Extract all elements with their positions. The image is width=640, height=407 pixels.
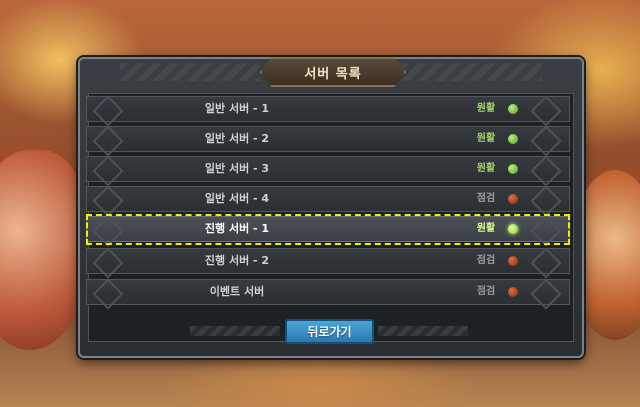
server-status: 점검 (476, 255, 496, 266)
diamond-ornament-icon (530, 278, 562, 310)
status-indicator-icon (508, 224, 518, 234)
server-row-general-1[interactable]: 일반 서버 - 1 원활 (86, 95, 570, 127)
server-row-progress-1[interactable]: 진행 서버 - 1 원활 (86, 215, 570, 247)
status-indicator-icon (508, 134, 518, 144)
diamond-ornament-icon (530, 155, 562, 187)
server-status: 점검 (476, 193, 496, 204)
server-name: 진행 서버 - 1 (204, 222, 270, 235)
back-button[interactable]: 뒤로가기 (285, 319, 374, 344)
diamond-ornament-icon (530, 185, 562, 217)
server-status: 점검 (476, 286, 496, 297)
status-indicator-icon (508, 104, 518, 114)
panel-ornament-left (120, 63, 260, 81)
button-ornament-left (190, 326, 280, 336)
diamond-ornament-icon (530, 125, 562, 157)
server-status: 원활 (476, 163, 496, 174)
server-status: 원활 (476, 133, 496, 144)
server-name: 일반 서버 - 4 (204, 192, 270, 205)
diamond-ornament-icon (530, 215, 562, 247)
panel-ornament-right (402, 63, 542, 81)
server-row-general-3[interactable]: 일반 서버 - 3 원활 (86, 155, 570, 187)
dialog-title: 서버 목록 (304, 66, 362, 82)
diamond-ornament-icon (530, 95, 562, 127)
status-indicator-icon (508, 287, 518, 297)
title-plate: 서버 목록 (260, 57, 406, 87)
server-row-progress-2[interactable]: 진행 서버 - 2 점검 (86, 247, 570, 279)
diamond-ornament-icon (530, 247, 562, 279)
server-name: 일반 서버 - 3 (204, 162, 270, 175)
server-name: 일반 서버 - 2 (204, 132, 270, 145)
server-status: 원활 (476, 223, 496, 234)
button-ornament-right (378, 326, 468, 336)
status-indicator-icon (508, 194, 518, 204)
status-indicator-icon (508, 256, 518, 266)
server-name: 진행 서버 - 2 (204, 254, 270, 267)
server-status: 원활 (476, 103, 496, 114)
status-indicator-icon (508, 164, 518, 174)
server-row-event[interactable]: 이벤트 서버 점검 (86, 278, 570, 310)
server-name: 일반 서버 - 1 (204, 102, 270, 115)
server-name: 이벤트 서버 (209, 285, 265, 298)
server-row-general-2[interactable]: 일반 서버 - 2 원활 (86, 125, 570, 157)
server-row-general-4[interactable]: 일반 서버 - 4 점검 (86, 185, 570, 217)
